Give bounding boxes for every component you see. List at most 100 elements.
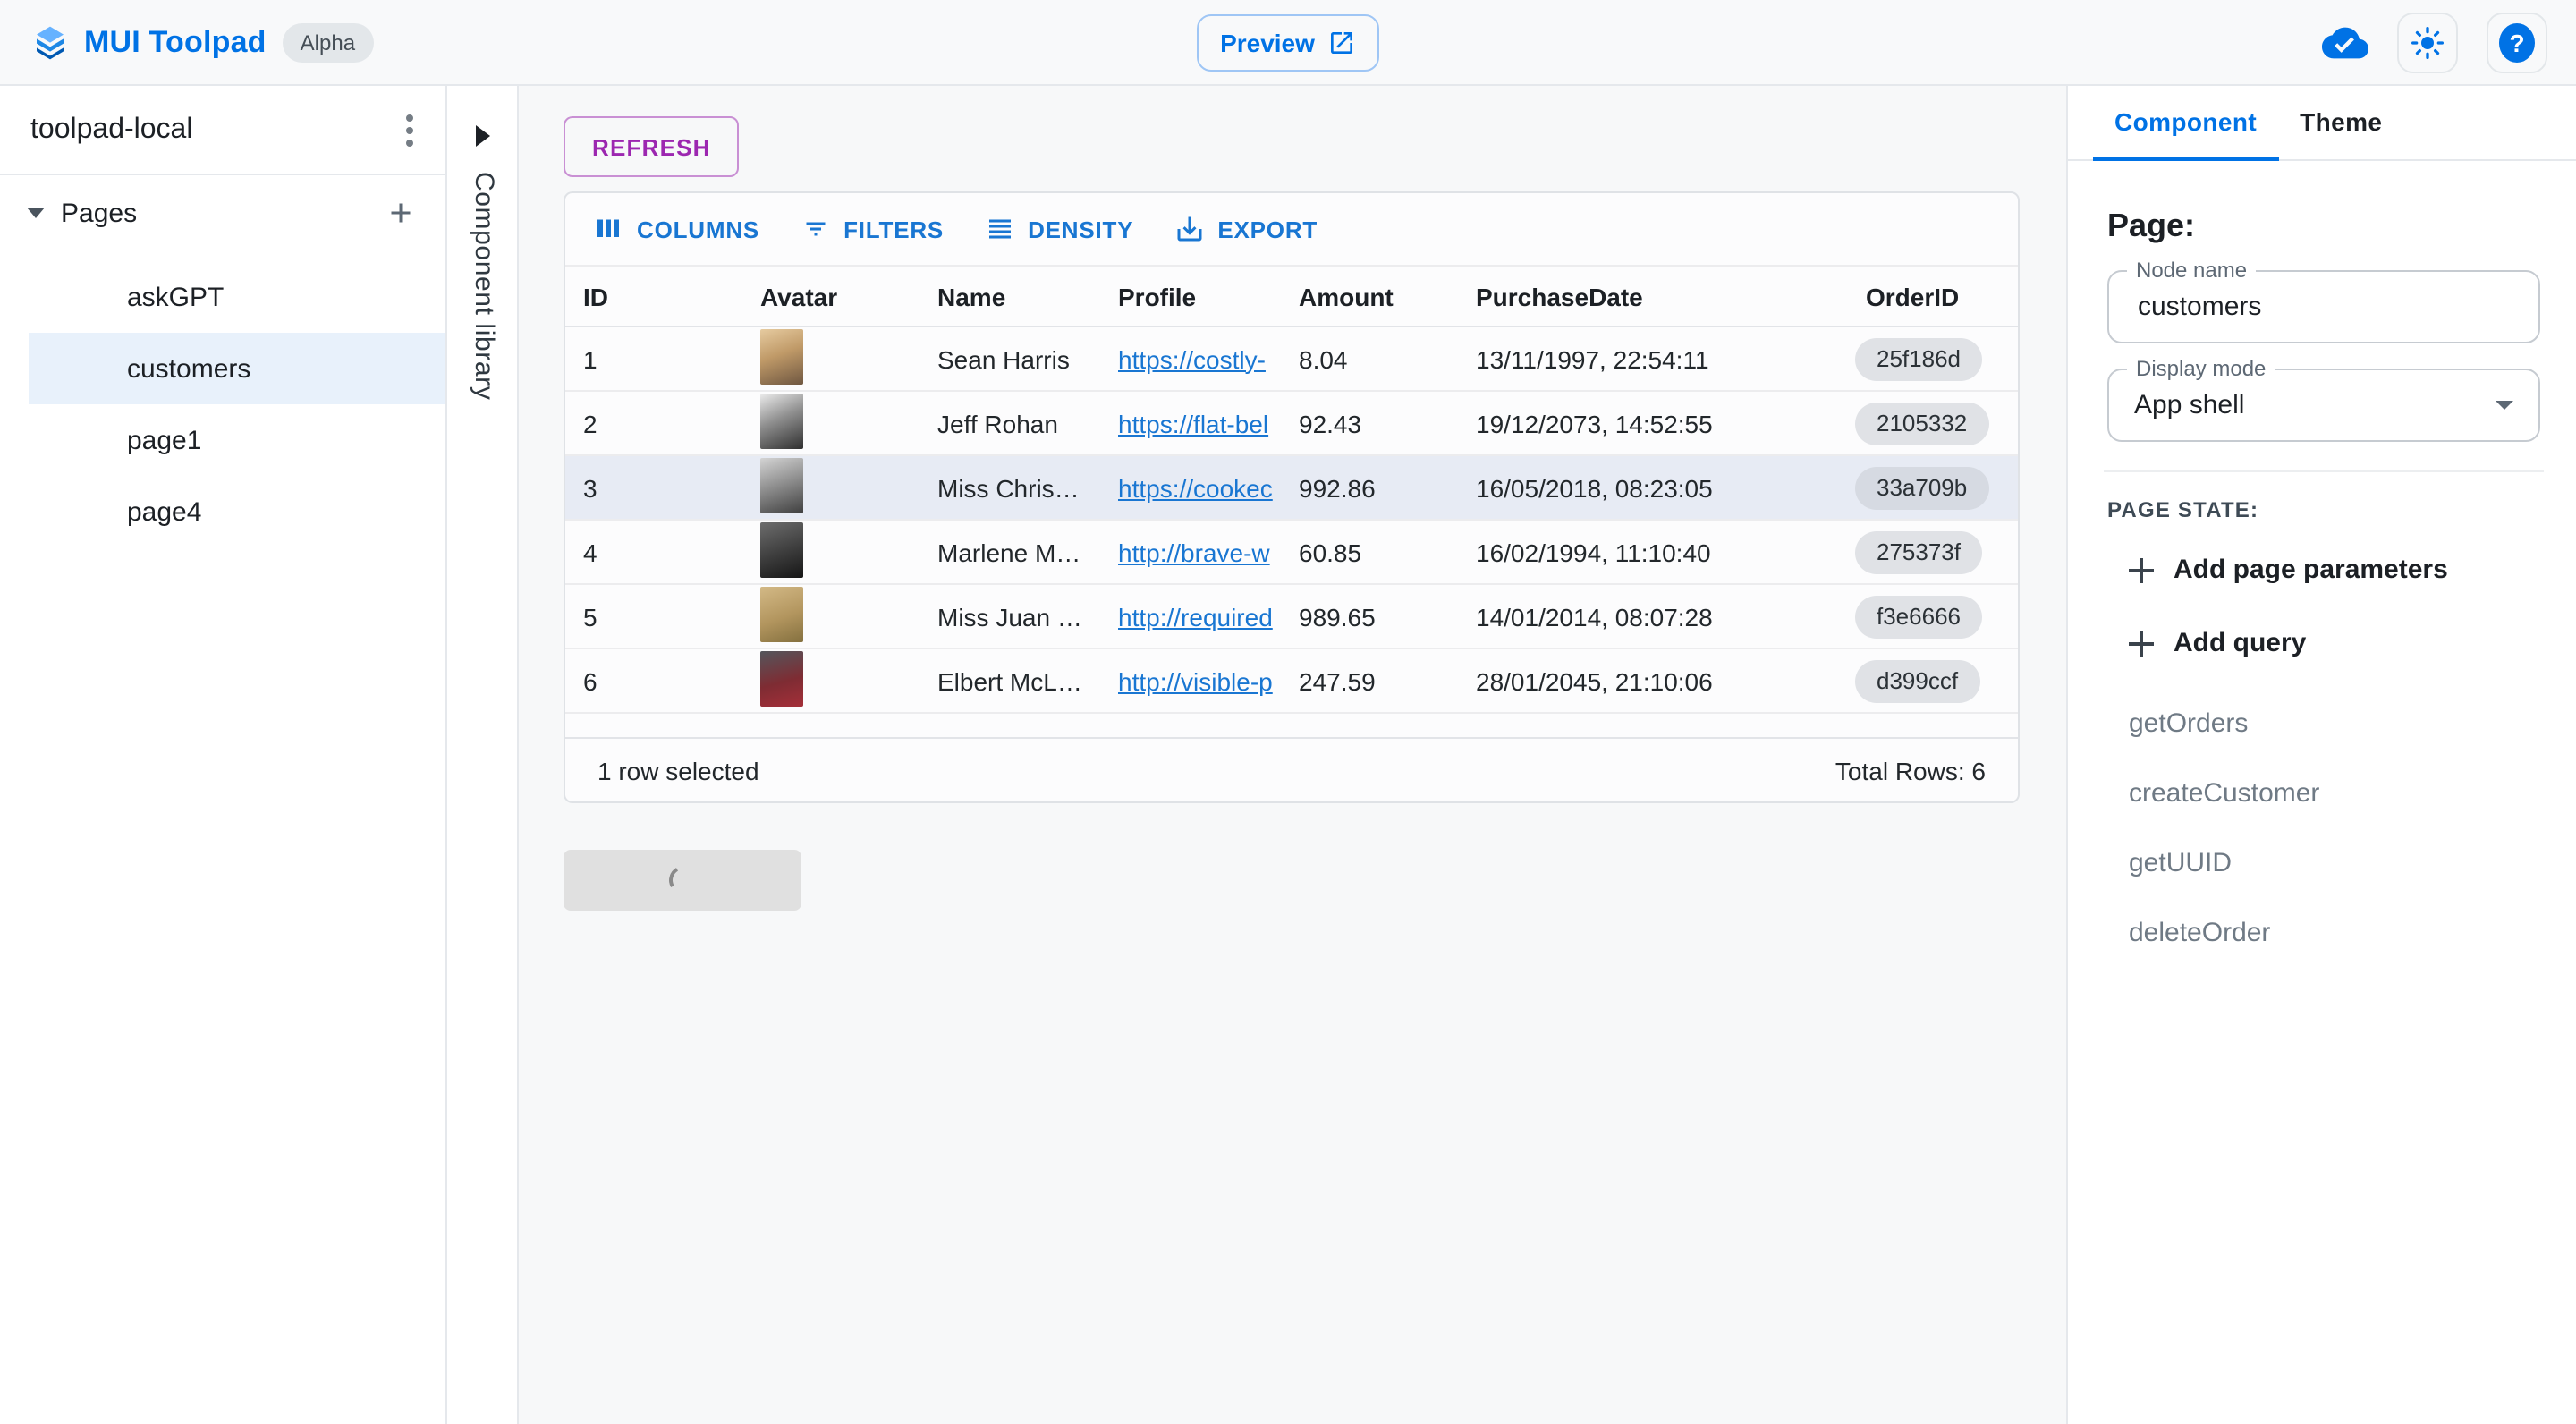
add-page-parameters-button[interactable]: Add page parameters	[2129, 555, 2540, 585]
component-library-panel[interactable]: Component library	[447, 86, 519, 1424]
sidebar-item-customers[interactable]: customers	[29, 333, 445, 404]
column-header-id[interactable]: ID	[565, 282, 742, 310]
data-grid: COLUMNS FILTERS DENSITY	[564, 191, 2020, 803]
cell-id: 3	[565, 473, 742, 502]
node-name-input[interactable]	[2134, 290, 2513, 324]
node-name-field[interactable]: Node name	[2107, 270, 2540, 343]
loading-spinner-icon	[665, 862, 699, 897]
cell-amount: 8.04	[1281, 344, 1458, 373]
profile-link[interactable]: https://flat-bel	[1118, 409, 1268, 437]
chevron-right-icon	[475, 125, 489, 147]
profile-link[interactable]: http://visible-p	[1118, 666, 1273, 695]
add-page-button[interactable]	[381, 193, 420, 233]
profile-link[interactable]: https://costly-	[1118, 344, 1266, 373]
page-item-label: askGPT	[127, 282, 224, 312]
column-header-avatar[interactable]: Avatar	[742, 282, 919, 310]
inspector-panel: Component Theme Page: Node name Display …	[2066, 86, 2576, 1424]
theme-toggle-button[interactable]	[2397, 13, 2458, 73]
sidebar-item-page1[interactable]: page1	[0, 404, 445, 476]
divider	[2104, 470, 2544, 472]
cell-purchase-date: 16/05/2018, 08:23:05	[1458, 473, 1848, 502]
avatar	[760, 457, 803, 513]
project-name: toolpad-local	[30, 114, 192, 146]
sidebar-item-page4[interactable]: page4	[0, 476, 445, 547]
column-header-amount[interactable]: Amount	[1281, 282, 1458, 310]
cell-purchase-date: 28/01/2045, 21:10:06	[1458, 666, 1848, 695]
help-icon: ?	[2499, 23, 2535, 63]
column-header-name[interactable]: Name	[919, 282, 1100, 310]
page-item-label: page1	[127, 425, 201, 455]
cell-amount: 60.85	[1281, 538, 1458, 566]
cell-id: 6	[565, 666, 742, 695]
preview-button-label: Preview	[1220, 29, 1315, 57]
profile-link[interactable]: https://cookec	[1118, 473, 1273, 502]
cell-amount: 992.86	[1281, 473, 1458, 502]
preview-button[interactable]: Preview	[1197, 14, 1379, 72]
refresh-button[interactable]: REFRESH	[564, 116, 740, 177]
columns-button-label: COLUMNS	[637, 216, 759, 242]
plus-icon	[2129, 631, 2154, 656]
sidebar-item-askgpt[interactable]: askGPT	[0, 261, 445, 333]
query-item-deleteorder[interactable]: deleteOrder	[2129, 918, 2540, 948]
density-icon	[983, 213, 1015, 245]
column-header-orderid[interactable]: OrderID	[1848, 282, 2020, 310]
query-item-getuuid[interactable]: getUUID	[2129, 848, 2540, 878]
table-row[interactable]: 6 Elbert McL… http://visible-p 247.59 28…	[565, 649, 2018, 714]
help-button[interactable]: ?	[2487, 13, 2547, 73]
table-row[interactable]: 2 Jeff Rohan https://flat-bel 92.43 19/1…	[565, 392, 2018, 456]
refresh-button-label: REFRESH	[592, 133, 711, 160]
top-app-bar: MUI Toolpad Alpha Preview	[0, 0, 2576, 86]
filter-icon	[799, 213, 831, 245]
cell-name: Miss Chris…	[919, 473, 1100, 502]
density-button[interactable]: DENSITY	[967, 202, 1149, 256]
query-item-getorders[interactable]: getOrders	[2129, 708, 2540, 739]
avatar	[760, 521, 803, 577]
order-id-chip: f3e6666	[1855, 595, 1982, 638]
table-row[interactable]: 1 Sean Harris https://costly- 8.04 13/11…	[565, 327, 2018, 392]
columns-icon	[592, 213, 624, 245]
page-item-label: page4	[127, 496, 201, 527]
page-heading: Page:	[2107, 208, 2540, 245]
add-page-parameters-label: Add page parameters	[2174, 555, 2448, 585]
cloud-synced-icon	[2322, 20, 2368, 66]
profile-link[interactable]: http://brave-w	[1118, 538, 1270, 566]
selection-count: 1 row selected	[597, 756, 759, 784]
component-library-label: Component library	[469, 172, 499, 400]
columns-button[interactable]: COLUMNS	[576, 202, 775, 256]
tab-theme[interactable]: Theme	[2278, 86, 2403, 159]
table-row[interactable]: 5 Miss Juan … http://required 989.65 14/…	[565, 585, 2018, 649]
avatar	[760, 328, 803, 384]
add-query-button[interactable]: Add query	[2129, 628, 2540, 658]
cell-purchase-date: 16/02/1994, 11:10:40	[1458, 538, 1848, 566]
cell-name: Miss Juan …	[919, 602, 1100, 631]
export-button[interactable]: EXPORT	[1157, 202, 1334, 256]
data-grid-toolbar: COLUMNS FILTERS DENSITY	[565, 193, 2018, 265]
loading-button[interactable]	[564, 850, 801, 911]
filters-button[interactable]: FILTERS	[783, 202, 960, 256]
avatar	[760, 393, 803, 448]
cell-amount: 92.43	[1281, 409, 1458, 437]
export-button-label: EXPORT	[1217, 216, 1318, 242]
light-mode-icon	[2410, 25, 2445, 61]
toolpad-logo-icon	[32, 24, 68, 60]
cell-purchase-date: 19/12/2073, 14:52:55	[1458, 409, 1848, 437]
table-row[interactable]: 4 Marlene M… http://brave-w 60.85 16/02/…	[565, 521, 2018, 585]
profile-link[interactable]: http://required	[1118, 602, 1273, 631]
cell-name: Jeff Rohan	[919, 409, 1100, 437]
column-header-purchasedate[interactable]: PurchaseDate	[1458, 282, 1848, 310]
table-row-selected[interactable]: 3 Miss Chris… https://cookec 992.86 16/0…	[565, 456, 2018, 521]
project-menu-button[interactable]	[399, 106, 420, 153]
open-in-new-icon	[1327, 29, 1356, 57]
display-mode-select[interactable]: Display mode App shell	[2107, 369, 2540, 442]
cell-id: 2	[565, 409, 742, 437]
display-mode-value: App shell	[2134, 390, 2244, 420]
cell-id: 1	[565, 344, 742, 373]
column-header-profile[interactable]: Profile	[1100, 282, 1281, 310]
density-button-label: DENSITY	[1028, 216, 1133, 242]
query-item-createcustomer[interactable]: createCustomer	[2129, 778, 2540, 809]
tab-component[interactable]: Component	[2093, 86, 2278, 159]
cell-name: Sean Harris	[919, 344, 1100, 373]
inspector-tabs: Component Theme	[2068, 86, 2576, 161]
chevron-down-icon[interactable]	[27, 208, 45, 218]
app-window: MUI Toolpad Alpha Preview	[0, 0, 2576, 1424]
